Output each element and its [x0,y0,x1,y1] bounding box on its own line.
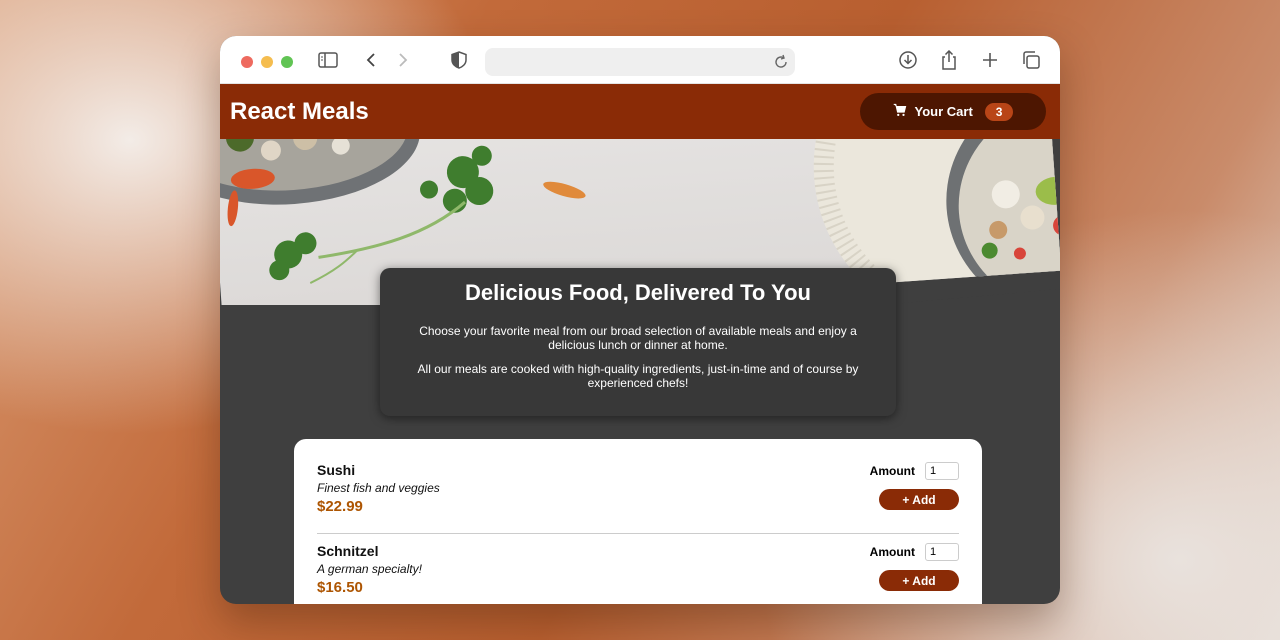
sidebar-icon[interactable] [318,50,338,70]
share-icon[interactable] [939,50,959,70]
minimize-window-button[interactable] [261,56,273,68]
site-header: React Meals Your Cart 3 [220,84,1060,139]
meal-description: A german specialty! [317,562,422,576]
summary-paragraph-1: Choose your favorite meal from our broad… [419,324,857,352]
cart-button[interactable]: Your Cart 3 [860,93,1046,130]
cart-icon [893,103,907,120]
tabs-overview-icon[interactable] [1021,50,1041,70]
download-icon[interactable] [898,50,918,70]
reload-icon[interactable] [773,54,789,70]
meal-info: Schnitzel A german specialty! $16.50 [317,543,422,604]
meal-price: $16.50 [317,579,363,596]
cart-count-badge: 3 [984,102,1014,121]
meals-summary-card: Delicious Food, Delivered To You Choose … [380,268,896,416]
summary-paragraph-2: All our meals are cooked with high-quali… [417,362,859,390]
meal-item-sushi: Sushi Finest fish and veggies $22.99 Amo… [317,457,959,534]
close-window-button[interactable] [241,56,253,68]
forward-icon[interactable] [393,50,413,70]
shield-icon[interactable] [449,50,469,70]
address-bar[interactable] [485,48,795,76]
available-meals-card: Sushi Finest fish and veggies $22.99 Amo… [294,439,982,604]
site-title: React Meals [230,97,369,125]
meal-add-form: Amount + Add [870,543,959,604]
amount-row: Amount [870,462,959,480]
add-to-cart-button[interactable]: + Add [879,489,959,510]
cart-label: Your Cart [914,104,973,119]
meal-item-schnitzel: Schnitzel A german specialty! $16.50 Amo… [317,534,959,604]
amount-label: Amount [869,545,915,559]
browser-toolbar [220,36,1060,84]
meal-description: Finest fish and veggies [317,481,440,495]
meal-add-form: Amount + Add [870,462,959,533]
amount-input[interactable] [925,462,959,480]
amount-input[interactable] [925,543,959,561]
amount-row: Amount [870,543,959,561]
meal-name: Schnitzel [317,543,379,559]
new-tab-icon[interactable] [980,50,1000,70]
amount-label: Amount [869,464,915,478]
meal-info: Sushi Finest fish and veggies $22.99 [317,462,440,533]
meal-name: Sushi [317,462,356,478]
browser-window: React Meals Your Cart 3 Delicious Food, … [220,36,1060,604]
summary-heading: Delicious Food, Delivered To You [465,280,811,305]
meal-price: $22.99 [317,498,363,515]
back-icon[interactable] [361,50,381,70]
zoom-window-button[interactable] [281,56,293,68]
add-to-cart-button[interactable]: + Add [879,570,959,591]
